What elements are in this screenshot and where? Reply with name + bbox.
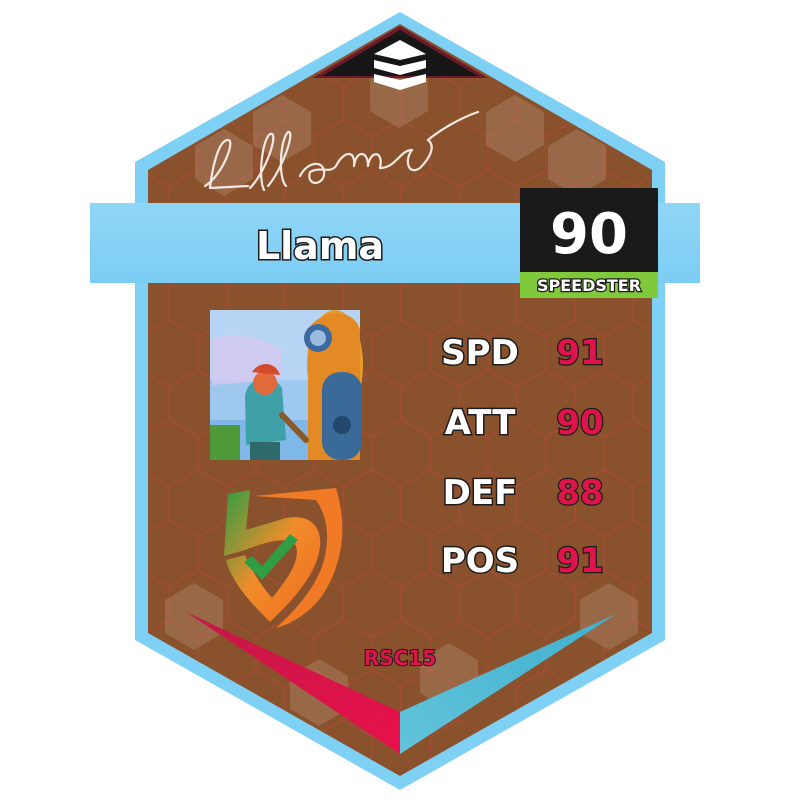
stat-label-pos: POS <box>441 541 519 581</box>
player-name: Llama <box>256 224 384 268</box>
player-card: Llama 90 SPEEDSTER SPD 91 ATT 90 DEF 88 <box>90 12 700 790</box>
stat-value-spd: 91 <box>556 333 603 373</box>
team-tag: RSC15 <box>364 646 436 670</box>
overall-rating: 90 <box>550 202 628 267</box>
stat-label-def: DEF <box>443 473 518 513</box>
role-label: SPEEDSTER <box>537 276 641 295</box>
stat-label-att: ATT <box>445 403 517 443</box>
stat-value-def: 88 <box>556 473 603 513</box>
stat-label-spd: SPD <box>441 333 519 373</box>
stat-value-pos: 91 <box>556 541 603 581</box>
player-portrait <box>210 310 363 460</box>
stat-value-att: 90 <box>556 403 603 443</box>
